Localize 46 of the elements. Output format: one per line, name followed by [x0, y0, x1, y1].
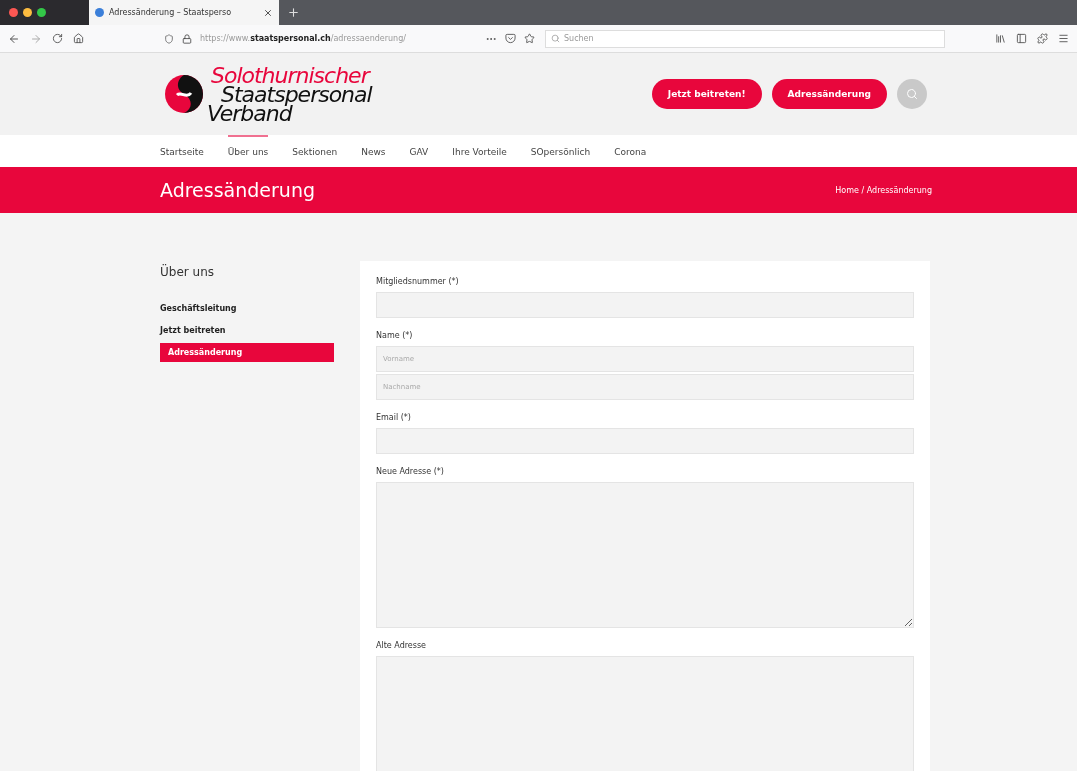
nav-link[interactable]: GAV — [409, 135, 429, 167]
home-icon[interactable] — [73, 33, 84, 44]
close-window-icon[interactable] — [9, 8, 18, 17]
nav-link[interactable]: Startseite — [160, 135, 204, 167]
library-icon[interactable] — [995, 33, 1006, 44]
back-icon[interactable] — [8, 32, 20, 45]
favicon-icon — [95, 8, 104, 17]
reload-icon[interactable] — [52, 33, 63, 44]
sidebar-item[interactable]: Jetzt beitreten — [160, 321, 334, 340]
shield-icon — [164, 33, 174, 44]
sidebar-title: Über uns — [160, 265, 215, 279]
logo-text: Staatspersonal — [221, 84, 372, 104]
field-label: Neue Adresse (*) — [376, 467, 445, 476]
breadcrumb[interactable]: Home / Adressänderung — [835, 185, 932, 195]
address-bar[interactable]: https://www.staatspersonal.ch/adressaenderung/ — [200, 34, 406, 43]
nav-link[interactable]: SOpersönlich — [530, 135, 591, 167]
field-label: Email (*) — [376, 413, 412, 422]
sidebar-item[interactable]: Geschäftsleitung — [160, 299, 334, 318]
sidebar-item[interactable]: Adressänderung — [160, 343, 334, 362]
page-title: Adressänderung — [160, 179, 315, 201]
bookmark-star-icon[interactable] — [524, 33, 535, 44]
maximize-window-icon[interactable] — [37, 8, 46, 17]
field-label: Name (*) — [376, 331, 414, 340]
menu-icon[interactable] — [1058, 33, 1069, 44]
lock-icon — [182, 33, 192, 44]
header-button[interactable]: Jetzt beitreten! — [651, 79, 762, 109]
browser-tab[interactable]: Adressänderung – Staatsperso — [89, 0, 279, 25]
search-icon — [906, 88, 918, 100]
input-field[interactable] — [376, 428, 914, 454]
header-button[interactable]: Adressänderung — [771, 79, 887, 109]
field-label: Mitgliedsnummer (*) — [376, 277, 460, 286]
close-tab-icon[interactable] — [263, 7, 273, 18]
logo-text: Solothurnischer — [210, 65, 371, 85]
extension-icon[interactable] — [1037, 33, 1048, 44]
input-field[interactable] — [376, 292, 914, 318]
nav-link[interactable]: Sektionen — [292, 135, 338, 167]
new-tab-icon[interactable] — [287, 6, 300, 19]
search-icon — [551, 34, 560, 43]
pocket-icon[interactable] — [505, 33, 516, 44]
minimize-window-icon[interactable] — [23, 8, 32, 17]
nav-link[interactable]: Ihre Vorteile — [452, 135, 507, 167]
sidebar-icon[interactable] — [1016, 33, 1027, 44]
nav-link[interactable]: News — [361, 135, 386, 167]
nav-link[interactable]: Corona — [614, 135, 647, 167]
logo-icon — [163, 73, 205, 115]
field-label: Alte Adresse — [376, 641, 427, 650]
